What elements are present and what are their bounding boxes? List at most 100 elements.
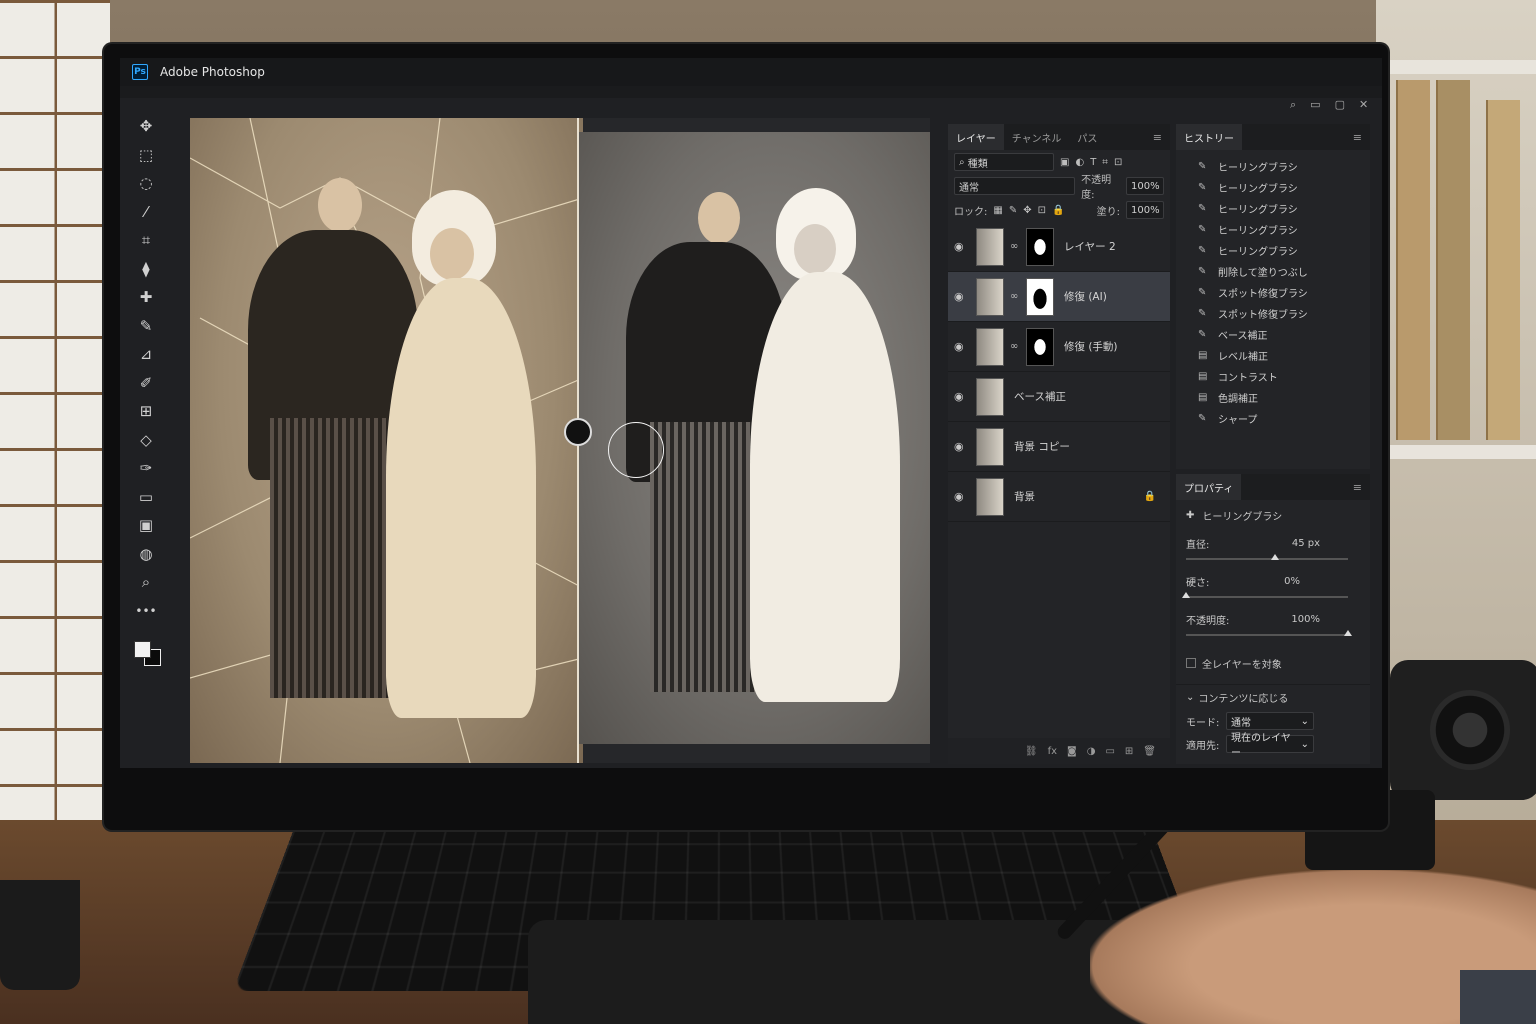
lasso-tool-icon[interactable]: ◌: [134, 171, 158, 195]
mask-link-icon[interactable]: ∞: [1010, 341, 1022, 352]
layer-row[interactable]: ◉ 背景 コピー: [948, 422, 1170, 472]
new-layer-icon[interactable]: ⊞: [1125, 746, 1133, 757]
adjustment-layer-icon[interactable]: ◑: [1087, 746, 1096, 757]
visibility-eye-icon[interactable]: ◉: [954, 490, 968, 503]
opacity-input[interactable]: 100%: [1126, 177, 1164, 195]
more-tools-icon[interactable]: •••: [134, 599, 158, 623]
crop-tool-icon[interactable]: ⌗: [134, 228, 158, 252]
history-item[interactable]: ✎ ヒーリングブラシ: [1176, 156, 1370, 177]
layer-filter-select[interactable]: ⌕ 種類: [954, 153, 1054, 171]
history-item[interactable]: ▤ レベル補正: [1176, 345, 1370, 366]
layer-mask-thumbnail[interactable]: [1026, 277, 1054, 316]
pen-tool-icon[interactable]: ✑: [134, 456, 158, 480]
close-icon[interactable]: ✕: [1359, 98, 1368, 112]
panel-menu-icon[interactable]: ≡: [1153, 131, 1162, 144]
panel-menu-icon[interactable]: ≡: [1353, 131, 1362, 144]
sample-select[interactable]: 現在のレイヤー ⌄: [1226, 733, 1314, 759]
all-layers-checkbox[interactable]: [1186, 658, 1196, 668]
lock-icon[interactable]: 🔒: [1144, 491, 1156, 502]
filter-pixel-icon[interactable]: ▣: [1060, 157, 1069, 168]
history-item[interactable]: ✎ スポット修復ブラシ: [1176, 282, 1370, 303]
visibility-eye-icon[interactable]: ◉: [954, 440, 968, 453]
blend-mode-select[interactable]: 通常: [954, 177, 1076, 195]
tab-properties[interactable]: プロパティ: [1176, 474, 1242, 500]
history-item[interactable]: ✎ ヒーリングブラシ: [1176, 177, 1370, 198]
link-layers-icon[interactable]: ⛓: [1025, 746, 1038, 757]
filter-text-icon[interactable]: T: [1090, 157, 1096, 168]
mask-link-icon[interactable]: ∞: [1010, 241, 1022, 252]
diameter-value[interactable]: 45 px: [1292, 538, 1320, 549]
hardness-slider[interactable]: [1182, 592, 1348, 598]
brush-opacity-slider[interactable]: [1186, 630, 1352, 636]
history-item[interactable]: ✎ ヒーリングブラシ: [1176, 219, 1370, 240]
search-icon[interactable]: ⌕: [1290, 98, 1296, 112]
mask-link-icon[interactable]: ∞: [1010, 291, 1022, 302]
history-item[interactable]: ✎ スポット修復ブラシ: [1176, 303, 1370, 324]
layer-row[interactable]: ◉ ベース補正: [948, 372, 1170, 422]
text-tool-icon[interactable]: ▣: [134, 513, 158, 537]
layer-mask-thumbnail[interactable]: [1026, 327, 1054, 366]
content-aware-row[interactable]: ⌄ コンテンツに応じる: [1176, 684, 1370, 710]
tab-channels[interactable]: チャンネル: [1004, 124, 1070, 150]
filter-adjust-icon[interactable]: ◐: [1075, 157, 1084, 168]
brush-opacity-slider-knob[interactable]: [1344, 630, 1352, 636]
stamp-tool-icon[interactable]: ⊿: [134, 342, 158, 366]
history-item[interactable]: ✎ ベース補正: [1176, 324, 1370, 345]
lock-transparency-icon[interactable]: ▦: [993, 205, 1002, 216]
move-tool-icon[interactable]: ✥: [134, 114, 158, 138]
zoom-tool-icon[interactable]: ⌕: [134, 570, 158, 594]
add-mask-icon[interactable]: ◙: [1067, 746, 1077, 757]
lock-position-icon[interactable]: ✥: [1023, 205, 1031, 216]
color-swatches[interactable]: [128, 631, 164, 677]
history-item[interactable]: ▤ 色調補正: [1176, 387, 1370, 408]
history-item[interactable]: ✎ 削除して塗りつぶし: [1176, 261, 1370, 282]
filter-smart-icon[interactable]: ⊡: [1114, 157, 1122, 168]
gradient-tool-icon[interactable]: ◇: [134, 428, 158, 452]
filter-shape-icon[interactable]: ⌗: [1102, 157, 1108, 168]
visibility-eye-icon[interactable]: ◉: [954, 290, 968, 303]
foreground-color-swatch[interactable]: [134, 640, 151, 658]
tab-history[interactable]: ヒストリー: [1176, 124, 1242, 150]
layer-row[interactable]: ◉ 背景 🔒: [948, 472, 1170, 522]
history-brush-tool-icon[interactable]: ✐: [134, 371, 158, 395]
divider-handle[interactable]: [564, 418, 592, 446]
layer-row[interactable]: ◉ ∞ 修復 (AI): [948, 272, 1170, 322]
visibility-eye-icon[interactable]: ◉: [954, 240, 968, 253]
mode-select[interactable]: 通常 ⌄: [1226, 712, 1314, 730]
visibility-eye-icon[interactable]: ◉: [954, 340, 968, 353]
lock-artboard-icon[interactable]: ⊡: [1038, 205, 1046, 216]
visibility-eye-icon[interactable]: ◉: [954, 390, 968, 403]
healing-brush-tool-icon[interactable]: ✚: [134, 285, 158, 309]
eraser-tool-icon[interactable]: ⊞: [134, 399, 158, 423]
hand-tool-icon[interactable]: ◍: [134, 542, 158, 566]
magic-wand-tool-icon[interactable]: ⁄: [134, 200, 158, 224]
new-group-icon[interactable]: ▭: [1105, 746, 1114, 757]
shape-tool-icon[interactable]: ▭: [134, 485, 158, 509]
delete-layer-icon[interactable]: 🗑: [1143, 746, 1156, 757]
layer-mask-thumbnail[interactable]: [1026, 227, 1054, 266]
diameter-slider-knob[interactable]: [1271, 554, 1280, 560]
tab-layers[interactable]: レイヤー: [948, 124, 1004, 150]
maximize-icon[interactable]: ▢: [1335, 98, 1345, 112]
layer-row[interactable]: ◉ ∞ 修復 (手動): [948, 322, 1170, 372]
hardness-value[interactable]: 0%: [1284, 576, 1300, 587]
lock-image-icon[interactable]: ✎: [1009, 205, 1017, 216]
brush-opacity-value[interactable]: 100%: [1291, 614, 1320, 625]
history-item[interactable]: ▤ コントラスト: [1176, 366, 1370, 387]
tab-paths[interactable]: パス: [1069, 124, 1105, 150]
eyedropper-tool-icon[interactable]: ⧫: [134, 257, 158, 281]
hardness-slider-knob[interactable]: [1182, 592, 1190, 598]
lock-all-icon[interactable]: 🔒: [1052, 205, 1064, 216]
marquee-tool-icon[interactable]: ⬚: [134, 143, 158, 167]
history-item[interactable]: ✎ ヒーリングブラシ: [1176, 198, 1370, 219]
diameter-slider[interactable]: [1186, 554, 1348, 560]
minimize-icon[interactable]: ▭: [1310, 98, 1320, 112]
fill-input[interactable]: 100%: [1126, 201, 1164, 219]
history-item[interactable]: ✎ シャープ: [1176, 408, 1370, 429]
brush-tool-icon[interactable]: ✎: [134, 314, 158, 338]
layer-row[interactable]: ◉ ∞ レイヤー 2: [948, 222, 1170, 272]
history-item[interactable]: ✎ ヒーリングブラシ: [1176, 240, 1370, 261]
layer-style-icon[interactable]: fx: [1048, 746, 1057, 757]
panel-menu-icon[interactable]: ≡: [1353, 481, 1362, 494]
document-canvas[interactable]: [190, 118, 930, 763]
